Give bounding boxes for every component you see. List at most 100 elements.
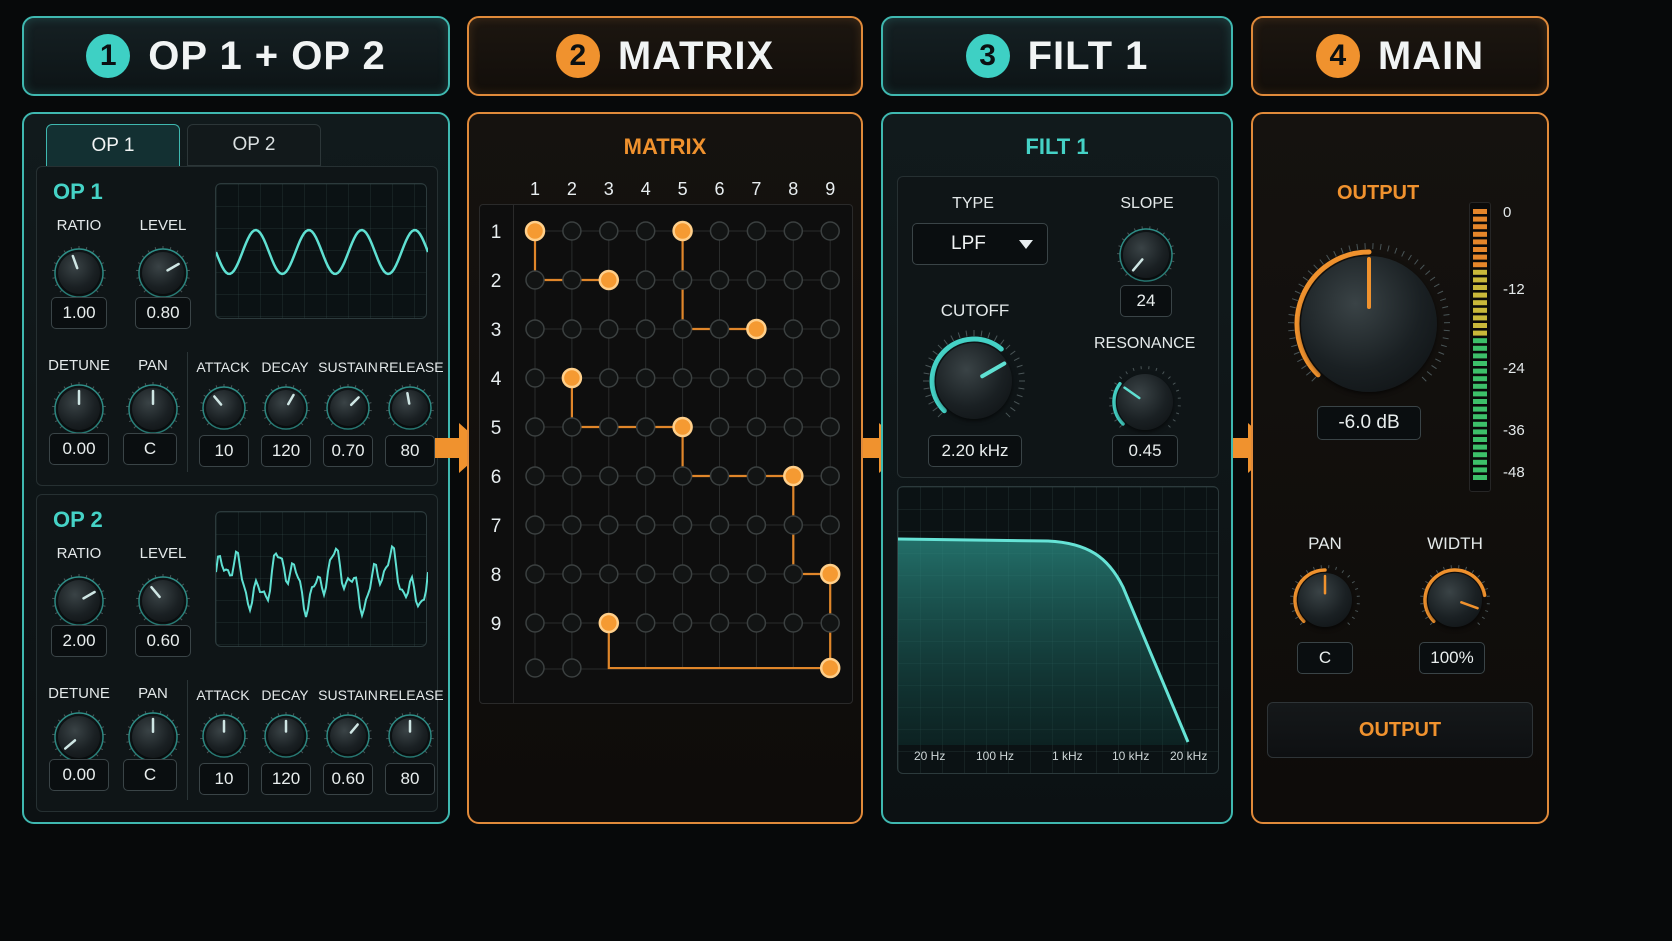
op1-pan-value[interactable]: C — [123, 433, 177, 465]
matrix-node[interactable] — [599, 417, 619, 437]
matrix-node[interactable] — [599, 466, 619, 486]
op2-ratio-knob[interactable] — [51, 573, 107, 629]
matrix-node[interactable] — [525, 417, 545, 437]
matrix-node[interactable] — [746, 613, 767, 633]
filter-resonance-value[interactable]: 0.45 — [1112, 435, 1178, 467]
matrix-node-active[interactable] — [598, 612, 620, 634]
matrix-node[interactable] — [709, 613, 730, 633]
main-output-knob[interactable] — [1287, 242, 1451, 406]
matrix-node[interactable] — [820, 221, 840, 241]
main-width-value[interactable]: 100% — [1419, 642, 1485, 674]
matrix-node[interactable] — [820, 466, 840, 486]
matrix-node[interactable] — [562, 466, 582, 486]
matrix-node[interactable] — [746, 515, 767, 535]
filter-resonance-knob[interactable] — [1108, 365, 1182, 439]
matrix-node[interactable] — [746, 466, 767, 486]
op2-decay-knob[interactable] — [261, 711, 311, 761]
op1-detune-value[interactable]: 0.00 — [49, 433, 109, 465]
op1-level-knob[interactable] — [135, 245, 191, 301]
matrix-node[interactable] — [709, 515, 730, 535]
matrix-node[interactable] — [525, 613, 545, 633]
matrix-node[interactable] — [599, 515, 619, 535]
matrix-node[interactable] — [635, 613, 656, 633]
filter-slope-knob[interactable] — [1116, 225, 1176, 285]
filter-cutoff-value[interactable]: 2.20 kHz — [928, 435, 1022, 467]
matrix-node[interactable] — [709, 270, 730, 290]
op2-level-value[interactable]: 0.60 — [135, 625, 191, 657]
matrix-node[interactable] — [525, 319, 545, 339]
main-output-button[interactable]: OUTPUT — [1267, 702, 1533, 758]
matrix-node[interactable] — [672, 270, 693, 290]
op1-detune-knob[interactable] — [51, 381, 107, 437]
op1-sustain-value[interactable]: 0.70 — [323, 435, 373, 467]
matrix-node[interactable] — [709, 221, 730, 241]
op1-ratio-value[interactable]: 1.00 — [51, 297, 107, 329]
matrix-node[interactable] — [672, 515, 693, 535]
matrix-node[interactable] — [783, 221, 804, 241]
matrix-node[interactable] — [562, 319, 582, 339]
op1-release-value[interactable]: 80 — [385, 435, 435, 467]
op2-sustain-value[interactable]: 0.60 — [323, 763, 373, 795]
matrix-node[interactable] — [709, 417, 730, 437]
matrix-node[interactable] — [709, 564, 730, 584]
matrix-node[interactable] — [635, 319, 656, 339]
matrix-node[interactable] — [672, 319, 693, 339]
matrix-node-active[interactable] — [819, 563, 841, 585]
matrix-node[interactable] — [599, 319, 619, 339]
matrix-node-active[interactable] — [746, 318, 767, 340]
matrix-node[interactable] — [635, 368, 656, 388]
matrix-node[interactable] — [746, 417, 767, 437]
matrix-node-active[interactable] — [598, 269, 620, 291]
main-pan-value[interactable]: C — [1297, 642, 1353, 674]
matrix-node[interactable] — [635, 221, 656, 241]
op2-detune-value[interactable]: 0.00 — [49, 759, 109, 791]
matrix-node[interactable] — [709, 368, 730, 388]
matrix-node[interactable] — [562, 417, 582, 437]
matrix-node[interactable] — [525, 466, 545, 486]
op2-release-value[interactable]: 80 — [385, 763, 435, 795]
matrix-node[interactable] — [562, 613, 582, 633]
tab-op1[interactable]: OP 1 — [46, 124, 180, 166]
matrix-node[interactable] — [783, 417, 804, 437]
op1-level-value[interactable]: 0.80 — [135, 297, 191, 329]
op1-decay-knob[interactable] — [261, 383, 311, 433]
op2-detune-knob[interactable] — [51, 709, 107, 765]
matrix-node[interactable] — [783, 564, 804, 584]
matrix-node[interactable] — [709, 319, 730, 339]
op1-attack-value[interactable]: 10 — [199, 435, 249, 467]
matrix-node-active[interactable] — [524, 220, 546, 242]
main-output-value[interactable]: -6.0 dB — [1317, 406, 1421, 440]
matrix-node[interactable] — [635, 270, 656, 290]
matrix-node[interactable] — [672, 564, 693, 584]
matrix-node[interactable] — [820, 515, 840, 535]
matrix-node[interactable] — [672, 613, 693, 633]
matrix-node-active[interactable] — [672, 220, 693, 242]
matrix-node[interactable] — [562, 564, 582, 584]
main-pan-knob[interactable] — [1289, 564, 1361, 636]
matrix-node[interactable] — [599, 564, 619, 584]
matrix-node[interactable] — [562, 658, 582, 678]
tab-op2[interactable]: OP 2 — [187, 124, 321, 166]
op2-ratio-value[interactable]: 2.00 — [51, 625, 107, 657]
matrix-node[interactable] — [562, 270, 582, 290]
matrix-node[interactable] — [820, 368, 840, 388]
op1-pan-knob[interactable] — [125, 381, 181, 437]
matrix-node[interactable] — [525, 515, 545, 535]
op2-attack-value[interactable]: 10 — [199, 763, 249, 795]
matrix-node[interactable] — [635, 515, 656, 535]
matrix-node[interactable] — [783, 515, 804, 535]
filter-slope-value[interactable]: 24 — [1120, 285, 1172, 317]
matrix-node-active[interactable] — [672, 416, 693, 438]
op2-decay-value[interactable]: 120 — [261, 763, 311, 795]
matrix-node[interactable] — [820, 417, 840, 437]
matrix-node[interactable] — [783, 613, 804, 633]
filter-type-select[interactable]: LPF — [912, 223, 1048, 265]
matrix-node[interactable] — [562, 515, 582, 535]
op2-pan-value[interactable]: C — [123, 759, 177, 791]
matrix-node[interactable] — [746, 368, 767, 388]
matrix-node[interactable] — [635, 466, 656, 486]
matrix-node[interactable] — [635, 564, 656, 584]
matrix-node-active[interactable] — [561, 367, 583, 389]
filter-cutoff-knob[interactable] — [922, 329, 1026, 433]
matrix-node[interactable] — [783, 368, 804, 388]
